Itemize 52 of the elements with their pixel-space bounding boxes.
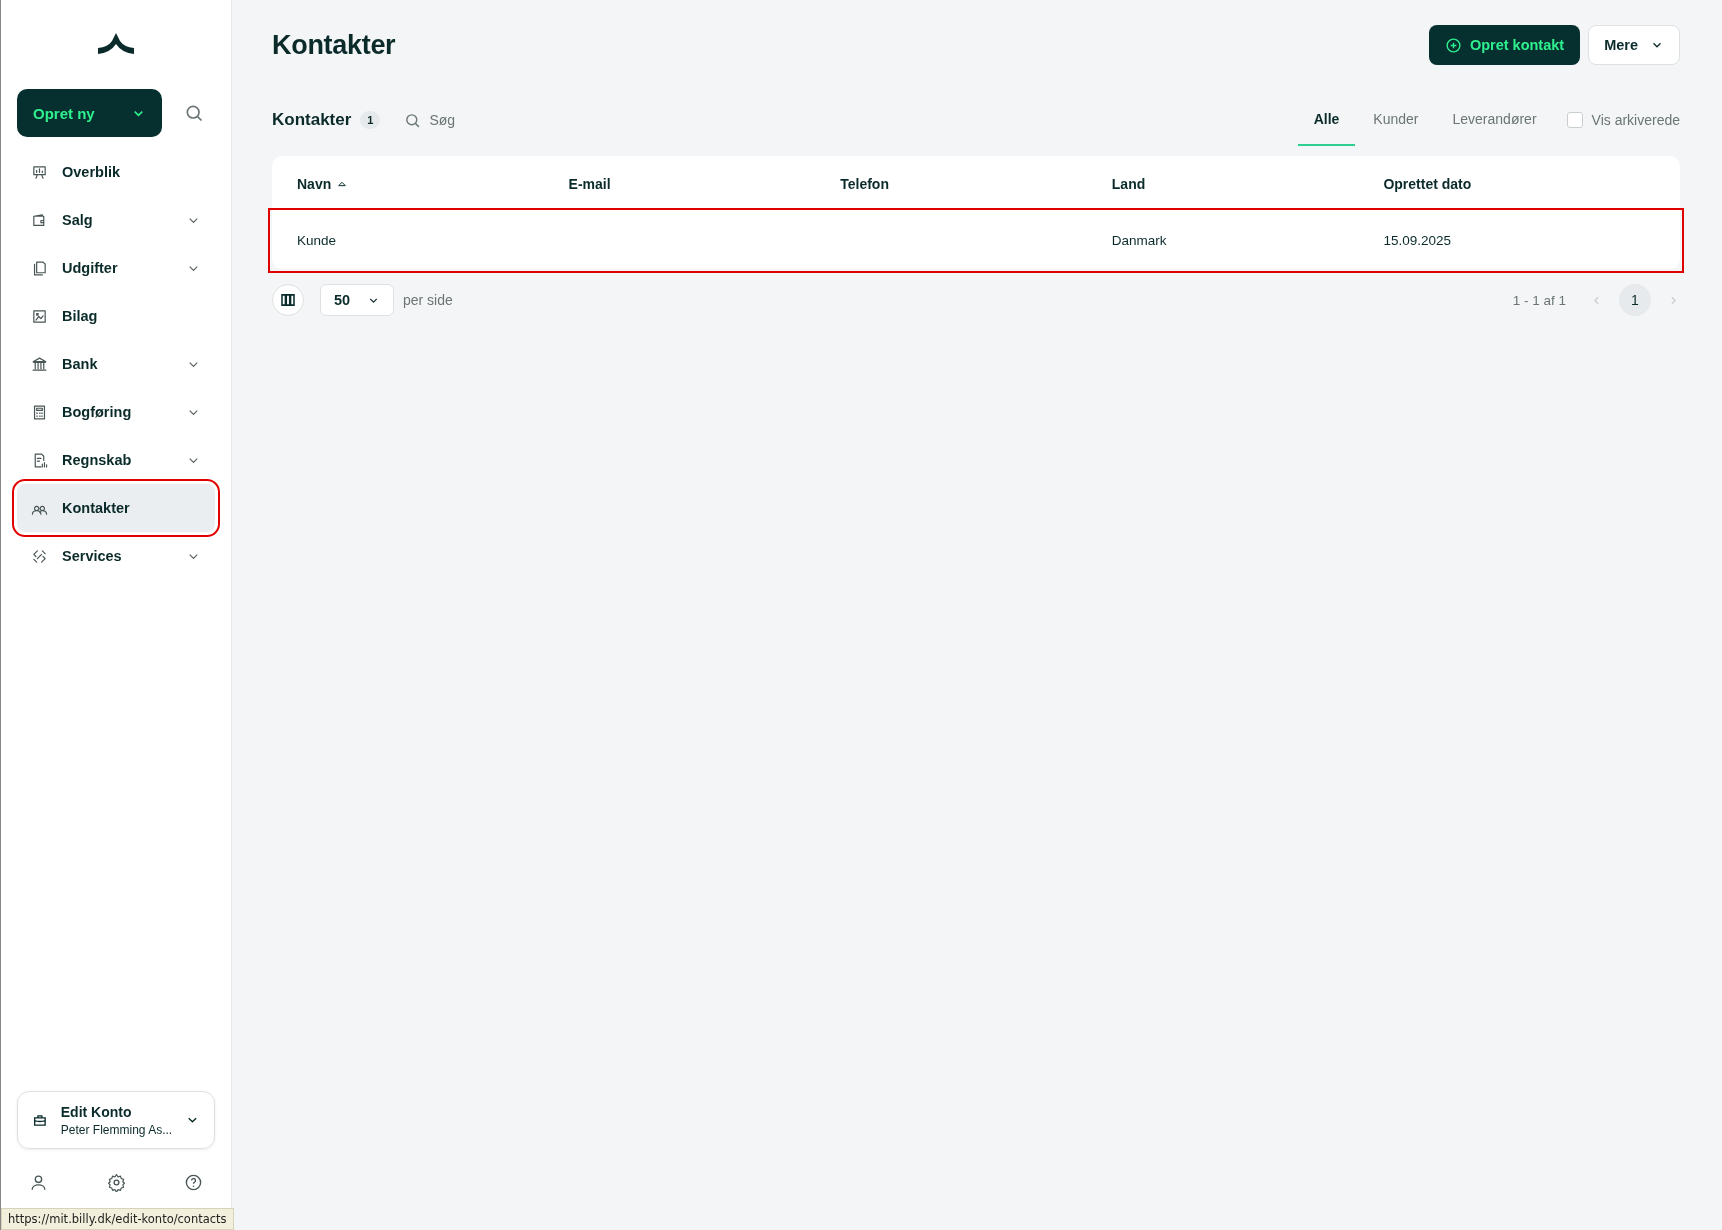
filter-tab[interactable]: Leverandører bbox=[1436, 94, 1553, 146]
column-header[interactable]: Telefon bbox=[840, 176, 1112, 192]
per-page-label: per side bbox=[403, 292, 453, 308]
account-subtitle: Peter Flemming As... bbox=[60, 1122, 173, 1137]
list-title: Kontakter bbox=[272, 110, 352, 130]
table-cell-text: 15.09.2025 bbox=[1383, 233, 1452, 248]
page-range: 1 - 1 af 1 bbox=[1512, 292, 1566, 308]
filter-tab[interactable]: Alle bbox=[1297, 94, 1356, 146]
settings-icon[interactable] bbox=[106, 1173, 126, 1192]
column-header[interactable]: Oprettet dato bbox=[1383, 176, 1655, 192]
status-url-tooltip: https://mit.billy.dk/edit-konto/contacts bbox=[1, 1208, 234, 1230]
column-header[interactable]: Land bbox=[1111, 176, 1384, 192]
sidebar-item[interactable]: Bogføring bbox=[17, 388, 215, 436]
sort-icon bbox=[337, 179, 348, 189]
column-header[interactable]: E-mail bbox=[568, 176, 841, 192]
sidebar-item[interactable]: Regnskab bbox=[17, 436, 215, 484]
nav-icon bbox=[31, 163, 48, 181]
search-icon[interactable] bbox=[184, 103, 204, 123]
search-icon bbox=[404, 111, 422, 129]
sidebar-item[interactable]: Overblik bbox=[17, 148, 215, 196]
page-title: Kontakter bbox=[272, 29, 397, 61]
archived-checkbox[interactable]: Vis arkiverede bbox=[1566, 112, 1680, 128]
nav-icon bbox=[31, 403, 48, 421]
page-size-select[interactable]: 50 bbox=[320, 284, 394, 316]
table-cell-text: Kunde bbox=[297, 233, 338, 248]
plus-circle-icon bbox=[1444, 36, 1462, 54]
profile-icon[interactable] bbox=[29, 1173, 48, 1192]
create-new-button[interactable]: Opret ny bbox=[17, 89, 162, 137]
page-button[interactable]: 1 bbox=[1619, 284, 1651, 316]
filter-tab[interactable]: Kunder bbox=[1357, 94, 1435, 146]
columns-icon bbox=[281, 294, 295, 306]
search-field[interactable]: Søg bbox=[427, 111, 492, 129]
account-name: Edit Konto bbox=[60, 1103, 133, 1120]
sidebar-item[interactable]: Services bbox=[17, 532, 215, 580]
column-header[interactable]: Navn bbox=[297, 176, 569, 192]
sidebar-item[interactable]: Bilag bbox=[17, 292, 215, 340]
sidebar-item[interactable]: Udgifter bbox=[17, 244, 215, 292]
table-cell-text: Danmark bbox=[1111, 233, 1168, 248]
more-button[interactable]: Mere bbox=[1588, 25, 1680, 65]
columns-button[interactable] bbox=[272, 284, 304, 316]
nav-icon bbox=[31, 355, 48, 373]
nav-icon bbox=[31, 259, 48, 277]
nav-icon bbox=[31, 547, 48, 565]
table-row[interactable]: Kunde Danmark 15.09.2025 bbox=[272, 212, 1680, 269]
account-switcher[interactable]: Edit Konto Peter Flemming As... bbox=[17, 1091, 215, 1149]
sidebar-item[interactable]: Salg bbox=[17, 196, 215, 244]
help-icon[interactable] bbox=[184, 1173, 203, 1192]
create-contact-button[interactable]: Opret kontakt bbox=[1428, 25, 1581, 65]
count-badge: 1 bbox=[360, 111, 381, 129]
logo-icon bbox=[98, 33, 134, 55]
sidebar-item[interactable]: Bank bbox=[17, 340, 215, 388]
nav-icon bbox=[31, 307, 48, 325]
